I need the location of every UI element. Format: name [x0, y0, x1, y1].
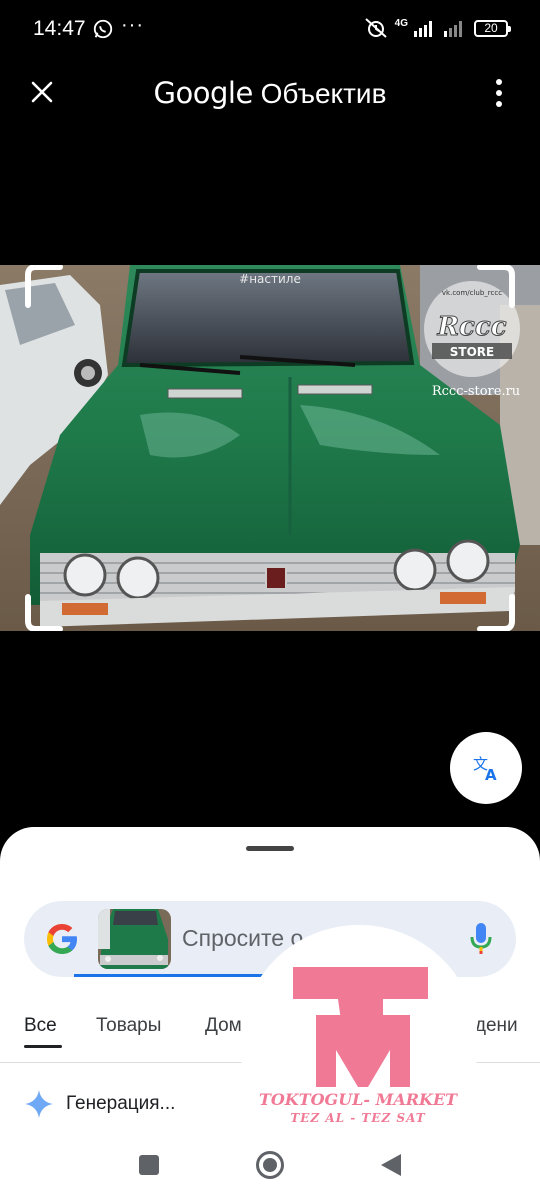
translate-button[interactable]: 文 A: [450, 732, 522, 804]
dot-icon: [496, 90, 502, 96]
tab-all[interactable]: Все: [24, 1015, 57, 1037]
more-options-button[interactable]: [484, 74, 514, 112]
dot-icon: [496, 101, 502, 107]
app-bar: Google Объектив: [0, 68, 540, 120]
overlay-watermark-line1: TOKTOGUL- MARKET: [258, 1090, 458, 1109]
back-button[interactable]: [381, 1154, 401, 1176]
sparkle-icon: [25, 1090, 53, 1118]
windshield-sticker: #настиле: [239, 272, 301, 286]
photo-watermark-store: STORE: [450, 345, 494, 359]
google-logo-icon: [47, 924, 77, 954]
page-title: Google Объектив: [0, 76, 540, 110]
ai-generation-row[interactable]: Генерация...: [24, 1089, 175, 1119]
tab-indicator: [24, 1045, 62, 1048]
translate-icon: 文 A: [473, 755, 497, 783]
whatsapp-icon: [93, 19, 113, 39]
photo-watermark-top: vk.com/club_rccc: [442, 289, 502, 297]
search-image[interactable]: #настиле vk.com/club_rccc Rccc STORE Rcc…: [0, 265, 540, 631]
alarm-off-icon: [364, 18, 387, 38]
recents-button[interactable]: [139, 1155, 159, 1175]
car-photo: #настиле vk.com/club_rccc Rccc STORE Rcc…: [0, 265, 540, 631]
signal-icon: [414, 21, 432, 37]
status-icons: 4G 20: [363, 16, 511, 40]
photo-watermark-site: Rccc-store.ru: [432, 384, 520, 399]
signal-weak-icon: [444, 21, 462, 37]
dot-icon: [496, 79, 502, 85]
network-type: 4G: [394, 18, 408, 29]
status-more: ···: [121, 14, 144, 36]
tab-products[interactable]: Товары: [96, 1015, 161, 1037]
generation-label: Генерация...: [66, 1093, 176, 1114]
tab-homework[interactable]: Дом: [205, 1015, 242, 1037]
drag-handle[interactable]: [246, 846, 294, 851]
system-nav-bar: [0, 1132, 540, 1200]
overlay-watermark-text: TOKTOGUL- MARKET TEZ AL - TEZ SAT: [258, 1090, 458, 1125]
battery-icon: 20: [474, 19, 511, 37]
screen: 14:47 ··· 4G 20 Google Объектив #настиле…: [0, 0, 540, 1200]
title-brand: Google: [153, 76, 254, 110]
status-bar: 14:47 ··· 4G 20: [0, 0, 540, 58]
home-button[interactable]: [256, 1151, 284, 1179]
title-product: Объектив: [260, 78, 387, 109]
status-time: 14:47: [33, 17, 86, 40]
svg-text:A: A: [485, 766, 497, 783]
search-image-thumbnail[interactable]: [98, 909, 171, 969]
microphone-icon[interactable]: [468, 921, 494, 957]
overlay-watermark-line2: TEZ AL - TEZ SAT: [290, 1111, 426, 1125]
photo-watermark-logo: Rccc: [436, 312, 506, 342]
